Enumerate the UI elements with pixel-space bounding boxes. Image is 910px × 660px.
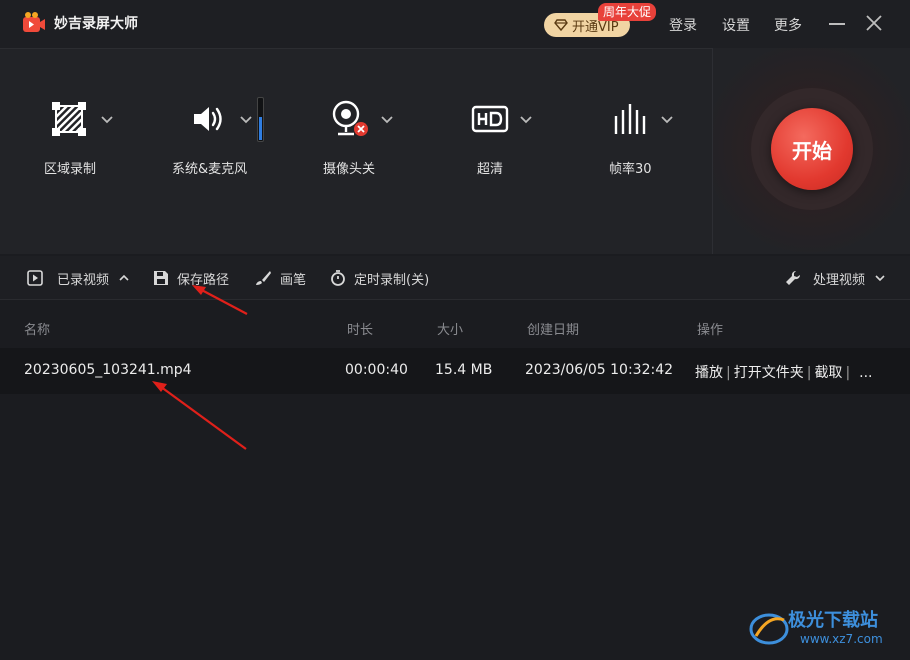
audio-label: 系统&麦克风 [172, 162, 248, 177]
timer-record-button[interactable]: 定时录制(关) [330, 256, 429, 300]
promo-badge: 周年大促 [598, 3, 657, 21]
app-logo-icon [23, 12, 45, 32]
region-record-label: 区域录制 [44, 162, 97, 177]
settings-link[interactable]: 设置 [722, 15, 750, 35]
diamond-icon [554, 19, 568, 32]
more-actions[interactable]: ... [859, 365, 872, 381]
title-bar: 妙吉录屏大师 开通VIP 周年大促 登录 设置 更多 [0, 0, 910, 48]
file-created: 2023/06/05 10:32:42 [525, 362, 674, 378]
recorded-videos-label: 已录视频 [57, 272, 110, 288]
chevron-down-icon[interactable] [520, 116, 532, 124]
brush-button[interactable]: 画笔 [254, 256, 306, 300]
close-icon[interactable] [865, 14, 883, 32]
watermark-name: 极光下载站 [788, 610, 878, 631]
column-name[interactable]: 名称 [24, 319, 50, 338]
process-video-button[interactable]: 处理视频 [785, 256, 893, 300]
chevron-down-icon [875, 275, 885, 282]
row-actions: 播放 | 打开文件夹 | 截取 |... [695, 362, 873, 382]
open-folder-action[interactable]: 打开文件夹 [734, 362, 804, 382]
brush-label: 画笔 [280, 272, 307, 288]
watermark-logo-icon [749, 613, 789, 645]
more-link[interactable]: 更多 [774, 15, 802, 35]
process-video-label: 处理视频 [813, 272, 866, 288]
file-size: 15.4 MB [435, 362, 493, 378]
region-select-icon [52, 102, 86, 136]
file-duration: 00:00:40 [345, 362, 408, 378]
timer-icon [331, 270, 345, 286]
toolbar: 已录视频 保存路径 画笔 定时录制(关) 处理视频 [0, 256, 910, 300]
brush-icon [256, 271, 271, 285]
quality-label: 超清 [477, 162, 504, 177]
capture-action[interactable]: 截取 [814, 362, 842, 382]
hd-icon [471, 105, 509, 133]
audio-level-fill [259, 117, 262, 140]
audio-level-meter [257, 97, 264, 142]
recorded-videos-toggle[interactable]: 已录视频 [27, 256, 137, 300]
play-action[interactable]: 播放 [695, 362, 723, 382]
chevron-down-icon[interactable] [381, 116, 393, 124]
watermark: 极光下载站 www.xz7.com [748, 604, 903, 654]
speaker-icon [194, 107, 222, 131]
chevron-down-icon[interactable] [661, 116, 673, 124]
video-file-icon [27, 270, 43, 286]
app-title: 妙吉录屏大师 [54, 16, 138, 32]
wrench-icon [786, 270, 801, 285]
watermark-url: www.xz7.com [800, 632, 883, 646]
save-path-button[interactable]: 保存路径 [153, 256, 229, 300]
chevron-down-icon[interactable] [101, 116, 113, 124]
timer-record-label: 定时录制(关) [354, 272, 430, 288]
column-actions: 操作 [697, 323, 724, 338]
framerate-bars-icon [614, 104, 646, 134]
save-disk-icon [154, 271, 168, 285]
camera-label: 摄像头关 [323, 162, 376, 177]
start-record-button[interactable]: 开始 [771, 108, 853, 190]
column-size[interactable]: 大小 [437, 319, 463, 338]
table-header: 名称 时长 大小 创建日期 操作 [0, 310, 910, 344]
save-path-label: 保存路径 [177, 272, 230, 288]
column-duration[interactable]: 时长 [347, 319, 373, 338]
column-created[interactable]: 创建日期 [527, 319, 579, 338]
framerate-label: 帧率30 [609, 162, 652, 177]
login-link[interactable]: 登录 [669, 15, 697, 35]
minimize-button[interactable] [829, 23, 845, 25]
file-name: 20230605_103241.mp4 [24, 362, 192, 378]
chevron-down-icon[interactable] [240, 116, 252, 124]
camera-off-icon [332, 100, 368, 136]
table-row[interactable]: 20230605_103241.mp4 00:00:40 15.4 MB 202… [0, 348, 910, 394]
chevron-up-icon [119, 274, 129, 281]
